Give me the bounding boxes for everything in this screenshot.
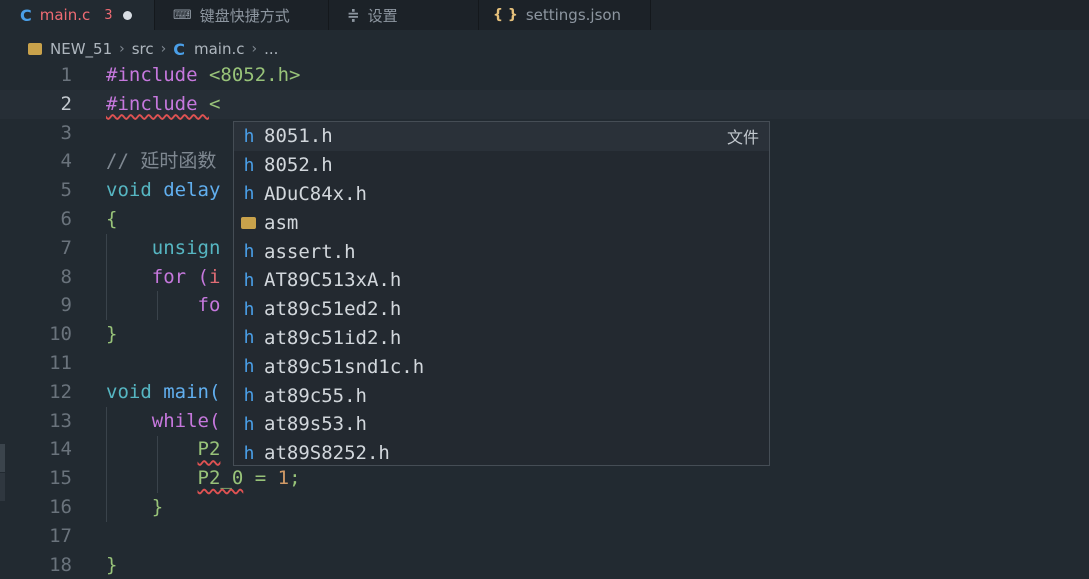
tab-label: 设置 (367, 6, 398, 25)
settings-icon: ≑ (347, 6, 360, 24)
suggestion-item[interactable]: h ADuC84x.h (234, 180, 769, 209)
header-file-icon: h (243, 183, 255, 205)
suggestion-item[interactable]: h assert.h (234, 237, 769, 266)
header-file-icon: h (243, 241, 255, 263)
breadcrumb-folder[interactable]: NEW_51 (50, 40, 112, 58)
code-line: 15 P2_0 = 1; (49, 467, 301, 490)
problem-count-badge: 3 (104, 7, 113, 23)
suggestion-kind: 文件 (726, 128, 759, 148)
breadcrumb-file[interactable]: main.c (194, 40, 245, 58)
tab-settings-json[interactable]: { } settings.json (479, 0, 651, 30)
chevron-right-icon: › (119, 41, 125, 57)
code-line: 1 #include <8052.h> (60, 64, 301, 86)
header-file-icon: h (243, 442, 255, 464)
suggestion-item[interactable]: h AT89C513xA.h (234, 266, 769, 295)
suggestion-item[interactable]: h at89c55.h (234, 381, 769, 410)
breadcrumb-symbol[interactable]: ... (264, 40, 278, 58)
code-line: 17 (49, 524, 72, 547)
json-icon: { } (493, 7, 518, 23)
header-file-icon: h (243, 385, 255, 407)
header-file-icon: h (243, 125, 255, 147)
suggestion-item[interactable]: h at89c51id2.h (234, 324, 769, 353)
suggestion-item[interactable]: h at89c51ed2.h (234, 295, 769, 324)
folder-icon (241, 216, 256, 229)
keyboard-icon: ⌨ (173, 7, 192, 23)
c-file-icon: C (20, 5, 32, 25)
folder-icon (28, 43, 42, 55)
header-file-icon: h (243, 269, 255, 291)
header-file-icon: h (243, 413, 255, 435)
tab-bar: C main.c 3 ⌨ 键盘快捷方式 ≑ 设置 { } settings.js… (0, 0, 1089, 30)
unsaved-dot-icon[interactable] (122, 10, 132, 20)
header-file-icon: h (243, 154, 255, 176)
suggestion-item[interactable]: asm (234, 208, 769, 237)
code-line-current: 2 #include < (0, 89, 1089, 119)
tab-settings[interactable]: ≑ 设置 (329, 0, 479, 30)
header-file-icon: h (243, 327, 255, 349)
suggestion-item-selected[interactable]: h 8051.h 文件 (234, 122, 769, 151)
code-line: 16 } (49, 496, 164, 518)
header-file-icon: h (243, 298, 255, 320)
header-file-icon: h (243, 356, 255, 378)
tab-label: settings.json (525, 6, 622, 24)
autocomplete-suggestions[interactable]: h 8051.h 文件 h 8052.h h ADuC84x.h asm h assert… (233, 121, 770, 466)
chevron-right-icon: › (251, 41, 258, 57)
tab-keyboard-shortcuts[interactable]: ⌨ 键盘快捷方式 (155, 0, 329, 30)
breadcrumb: NEW_51 › src › C main.c › ... (0, 36, 1089, 62)
suggestion-item[interactable]: h at89s53.h (234, 410, 769, 439)
tab-main-c[interactable]: C main.c 3 (0, 0, 155, 30)
tab-label: 键盘快捷方式 (199, 6, 290, 25)
breadcrumb-dir[interactable]: src (132, 40, 154, 58)
code-line: 18} (49, 553, 118, 576)
suggestion-item[interactable]: h 8052.h (234, 151, 769, 180)
c-file-icon: C (173, 39, 185, 59)
suggestion-item[interactable]: h at89c51snd1c.h (234, 352, 769, 381)
suggestion-item[interactable]: h at89S8252.h (234, 439, 769, 468)
tab-label: main.c (39, 6, 91, 24)
chevron-right-icon: › (160, 41, 167, 57)
